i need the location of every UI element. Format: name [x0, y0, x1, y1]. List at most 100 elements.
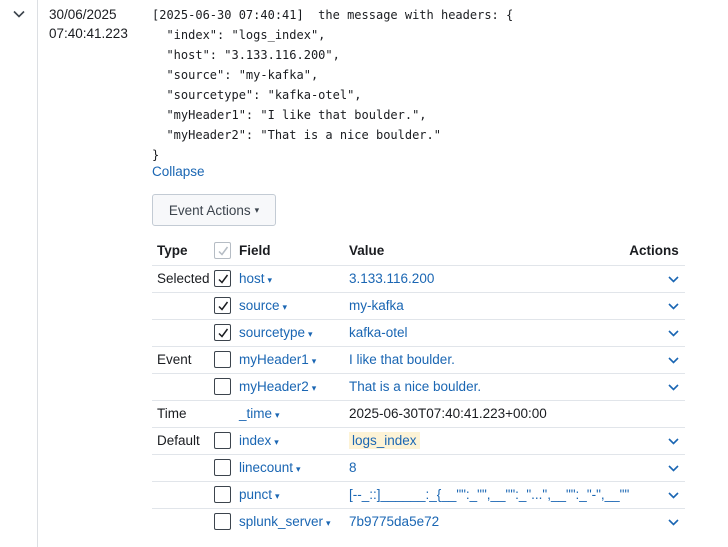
field-value[interactable]: I like that boulder.: [349, 352, 455, 367]
field-value-cell: my-kafka: [349, 292, 630, 320]
field-name-cell[interactable]: linecount ▾: [239, 454, 349, 482]
field-type: Time: [152, 400, 212, 428]
caret-down-icon[interactable]: ▾: [312, 356, 317, 366]
chevron-down-icon[interactable]: [668, 487, 679, 502]
field-type: [152, 373, 212, 401]
field-name[interactable]: host: [239, 271, 265, 286]
chevron-down-icon[interactable]: [668, 433, 679, 448]
header-type: Type: [152, 236, 212, 266]
field-type: [152, 454, 212, 482]
field-value[interactable]: 3.133.116.200: [349, 271, 434, 286]
field-name[interactable]: myHeader1: [239, 352, 309, 367]
field-value[interactable]: kafka-otel: [349, 325, 408, 340]
caret-down-icon[interactable]: ▾: [326, 518, 331, 528]
field-row: source ▾ my-kafka: [152, 292, 685, 320]
field-checkbox-cell: [212, 346, 239, 374]
field-name[interactable]: splunk_server: [239, 514, 323, 529]
event-actions-button[interactable]: Event Actions ▾: [152, 194, 276, 226]
field-name-cell[interactable]: _time ▾: [239, 400, 349, 428]
header-checkbox[interactable]: [212, 236, 239, 266]
caret-down-icon[interactable]: ▾: [283, 302, 288, 312]
field-name-cell[interactable]: source ▾: [239, 292, 349, 320]
field-actions-cell: [629, 373, 685, 401]
caret-down-icon[interactable]: ▾: [268, 275, 273, 285]
event-timestamp: 30/06/2025 07:40:41.223: [49, 5, 128, 43]
field-name-cell[interactable]: myHeader2 ▾: [239, 373, 349, 401]
chevron-down-icon[interactable]: [668, 325, 679, 340]
field-name[interactable]: myHeader2: [239, 379, 309, 394]
field-checkbox-cell: [212, 481, 239, 509]
field-value-cell: 3.133.116.200: [349, 265, 630, 293]
field-row: sourcetype ▾ kafka-otel: [152, 319, 685, 347]
caret-down-icon[interactable]: ▾: [275, 410, 280, 420]
chevron-down-icon[interactable]: [668, 352, 679, 367]
field-value-cell: That is a nice boulder.: [349, 373, 630, 401]
field-checkbox-cell: [212, 373, 239, 401]
field-type: [152, 292, 212, 320]
field-value-cell: 8: [349, 454, 630, 482]
caret-down-icon[interactable]: ▾: [275, 491, 280, 501]
field-value-cell: 2025-06-30T07:40:41.223+00:00: [349, 400, 630, 428]
field-actions-cell: [629, 508, 685, 535]
caret-down-icon[interactable]: ▾: [312, 383, 317, 393]
field-value[interactable]: my-kafka: [349, 298, 404, 313]
field-actions-cell: [629, 454, 685, 482]
caret-down-icon[interactable]: ▾: [296, 464, 301, 474]
field-checkbox[interactable]: [214, 270, 231, 287]
header-actions: Actions: [629, 236, 685, 266]
field-name[interactable]: index: [239, 433, 271, 448]
field-checkbox[interactable]: [214, 432, 231, 449]
field-row: linecount ▾ 8: [152, 454, 685, 482]
field-value-cell: kafka-otel: [349, 319, 630, 347]
field-checkbox[interactable]: [214, 324, 231, 341]
header-field: Field: [239, 236, 349, 266]
field-actions-cell: [629, 292, 685, 320]
field-name-cell[interactable]: punct ▾: [239, 481, 349, 509]
chevron-down-icon[interactable]: [668, 298, 679, 313]
field-checkbox-cell: [212, 454, 239, 482]
field-name-cell[interactable]: host ▾: [239, 265, 349, 293]
field-checkbox[interactable]: [214, 513, 231, 531]
chevron-down-icon[interactable]: [668, 379, 679, 394]
field-checkbox[interactable]: [214, 378, 231, 395]
field-name-cell[interactable]: sourcetype ▾: [239, 319, 349, 347]
field-name[interactable]: punct: [239, 487, 272, 502]
field-row: Event myHeader1 ▾ I like that boulder.: [152, 346, 685, 374]
field-value[interactable]: 8: [349, 460, 357, 475]
field-actions-cell: [629, 265, 685, 293]
event-time: 07:40:41.223: [49, 26, 128, 41]
chevron-down-icon[interactable]: [668, 271, 679, 286]
field-row: splunk_server ▾ 7b9775da5e72: [152, 508, 685, 535]
event-date: 30/06/2025: [49, 7, 117, 22]
collapse-link[interactable]: Collapse: [152, 164, 205, 179]
fields-table-header: Type Field Value Actions: [152, 236, 685, 266]
field-name-cell[interactable]: index ▾: [239, 427, 349, 455]
field-name-cell[interactable]: myHeader1 ▾: [239, 346, 349, 374]
field-value[interactable]: logs_index: [349, 432, 420, 449]
field-checkbox[interactable]: [214, 459, 231, 476]
field-name[interactable]: sourcetype: [239, 325, 305, 340]
chevron-down-icon[interactable]: [668, 460, 679, 475]
select-all-checkbox[interactable]: [214, 241, 231, 259]
caret-down-icon[interactable]: ▾: [274, 437, 279, 447]
field-name-cell[interactable]: splunk_server ▾: [239, 508, 349, 535]
field-type: Selected: [152, 265, 212, 293]
field-row: Default index ▾ logs_index: [152, 427, 685, 455]
chevron-down-icon[interactable]: [668, 514, 679, 529]
field-type: [152, 319, 212, 347]
caret-down-icon: ▾: [254, 204, 260, 215]
field-value[interactable]: 7b9775da5e72: [349, 514, 439, 529]
field-checkbox[interactable]: [214, 486, 231, 503]
chevron-down-icon[interactable]: [12, 8, 26, 20]
field-name[interactable]: linecount: [239, 460, 293, 475]
caret-down-icon[interactable]: ▾: [308, 329, 313, 339]
field-value[interactable]: That is a nice boulder.: [349, 379, 481, 394]
field-name[interactable]: _time: [239, 406, 272, 421]
field-checkbox[interactable]: [214, 351, 231, 368]
field-checkbox[interactable]: [214, 297, 231, 314]
field-value[interactable]: [--_::]______:_{__"":_"",__"":_"...",__"…: [349, 487, 629, 502]
field-value-cell: I like that boulder.: [349, 346, 630, 374]
field-row: punct ▾ [--_::]______:_{__"":_"",__"":_"..…: [152, 481, 685, 509]
field-name[interactable]: source: [239, 298, 280, 313]
header-value: Value: [349, 236, 630, 266]
